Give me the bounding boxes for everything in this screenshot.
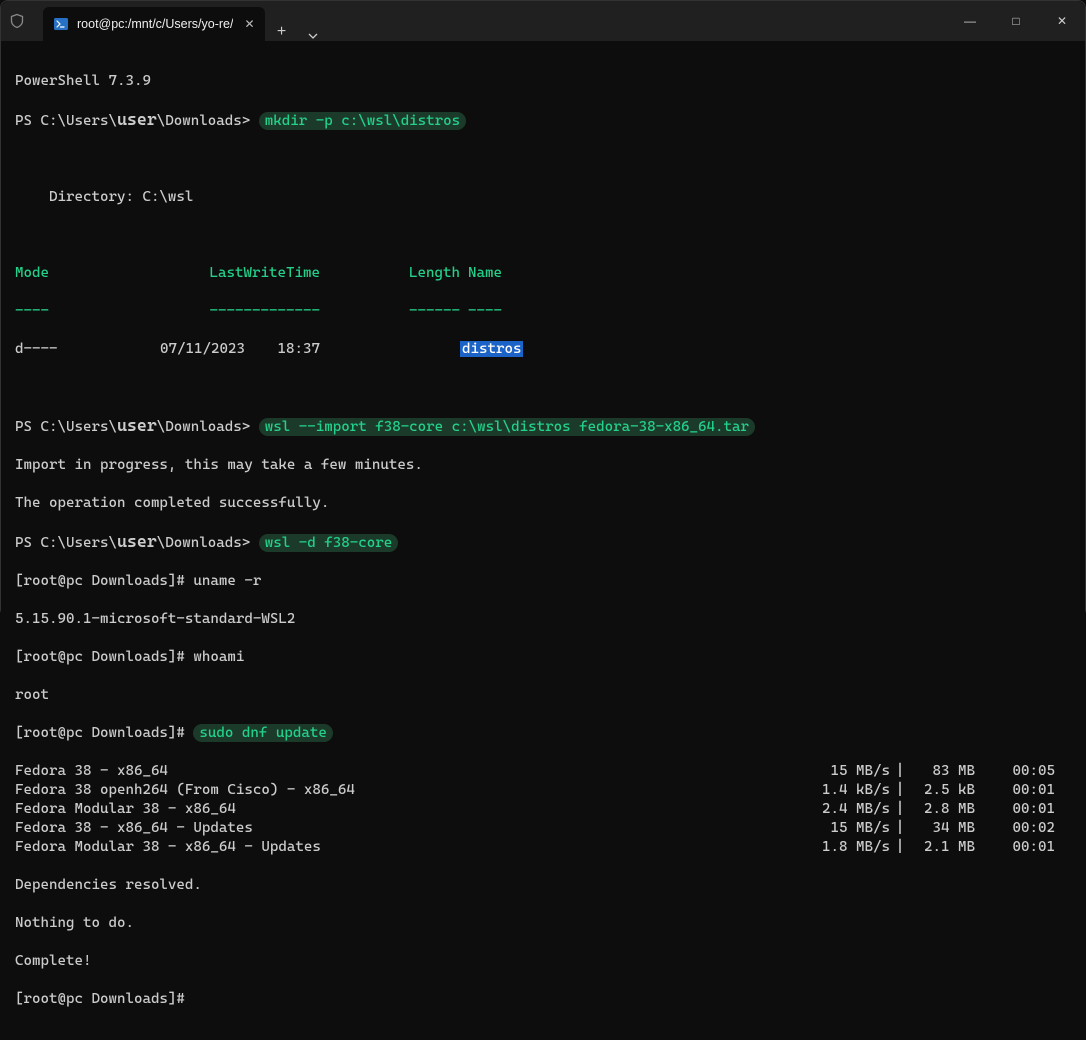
output-line: Import in progress, this may take a few … xyxy=(15,456,1071,475)
linux-prompt: [root@pc Downloads]# xyxy=(15,991,193,1007)
cmd-dnf: sudo dnf update xyxy=(193,724,332,742)
repo-row: Fedora Modular 38 - x86_642.4 MB/s|2.8 M… xyxy=(15,800,1071,819)
terminal-content[interactable]: PowerShell 7.3.9 PS C:\Users\user\Downlo… xyxy=(1,41,1085,1040)
chevron-down-icon xyxy=(308,31,318,41)
new-tab-button[interactable]: + xyxy=(265,22,297,41)
repo-row: Fedora 38 - x86_64 - Updates15 MB/s|34 M… xyxy=(15,819,1071,838)
maximize-button[interactable]: □ xyxy=(993,1,1039,41)
table-row: d----07/11/202318:37distros xyxy=(15,340,1071,359)
tab-dropdown-button[interactable] xyxy=(297,31,329,41)
table-header: ModeLastWriteTimeLengthName xyxy=(15,264,1071,283)
titlebar-drag-area[interactable] xyxy=(329,1,947,41)
output-line: root xyxy=(15,686,1071,705)
output-line: 5.15.90.1-microsoft-standard-WSL2 xyxy=(15,610,1071,629)
ps-prompt: PS C:\Users\user\Downloads> xyxy=(15,113,259,129)
linux-prompt: [root@pc Downloads]# xyxy=(15,573,193,589)
cmd-whoami: whoami xyxy=(193,649,244,665)
repo-row: Fedora Modular 38 - x86_64 - Updates1.8 … xyxy=(15,838,1071,857)
cmd-wsl-import: wsl --import f38-core c:\wsl\distros fed… xyxy=(259,418,755,436)
close-tab-icon[interactable]: ✕ xyxy=(241,15,257,34)
cmd-wsl-d: wsl -d f38-core xyxy=(259,534,398,552)
close-window-button[interactable]: ✕ xyxy=(1039,1,1085,41)
directory-header: Directory: C:\wsl xyxy=(15,188,1071,207)
terminal-tab[interactable]: root@pc:/mnt/c/Users/yo-re/ ✕ xyxy=(43,7,265,41)
window-titlebar: root@pc:/mnt/c/Users/yo-re/ ✕ + — □ ✕ xyxy=(1,1,1085,41)
shell-banner: PowerShell 7.3.9 xyxy=(15,72,1071,91)
repo-row: Fedora 38 openh264 (From Cisco) - x86_64… xyxy=(15,781,1071,800)
cmd-uname: uname -r xyxy=(193,573,261,589)
ps-prompt: PS C:\Users\user\Downloads> xyxy=(15,419,259,435)
powershell-icon xyxy=(53,16,69,32)
table-header-underline: --------------------------- xyxy=(15,302,1071,321)
repo-row: Fedora 38 - x86_6415 MB/s|83 MB00:05 xyxy=(15,762,1071,781)
selected-text: distros xyxy=(460,341,523,357)
output-line: Nothing to do. xyxy=(15,914,1071,933)
linux-prompt: [root@pc Downloads]# xyxy=(15,649,193,665)
output-line: Dependencies resolved. xyxy=(15,876,1071,895)
shield-icon xyxy=(5,9,29,33)
output-line: The operation completed successfully. xyxy=(15,494,1071,513)
ps-prompt: PS C:\Users\user\Downloads> xyxy=(15,535,259,551)
tab-title: root@pc:/mnt/c/Users/yo-re/ xyxy=(77,15,233,34)
minimize-button[interactable]: — xyxy=(947,1,993,41)
cmd-mkdir: mkdir -p c:\wsl\distros xyxy=(259,112,466,130)
output-line: Complete! xyxy=(15,952,1071,971)
linux-prompt: [root@pc Downloads]# xyxy=(15,725,193,741)
